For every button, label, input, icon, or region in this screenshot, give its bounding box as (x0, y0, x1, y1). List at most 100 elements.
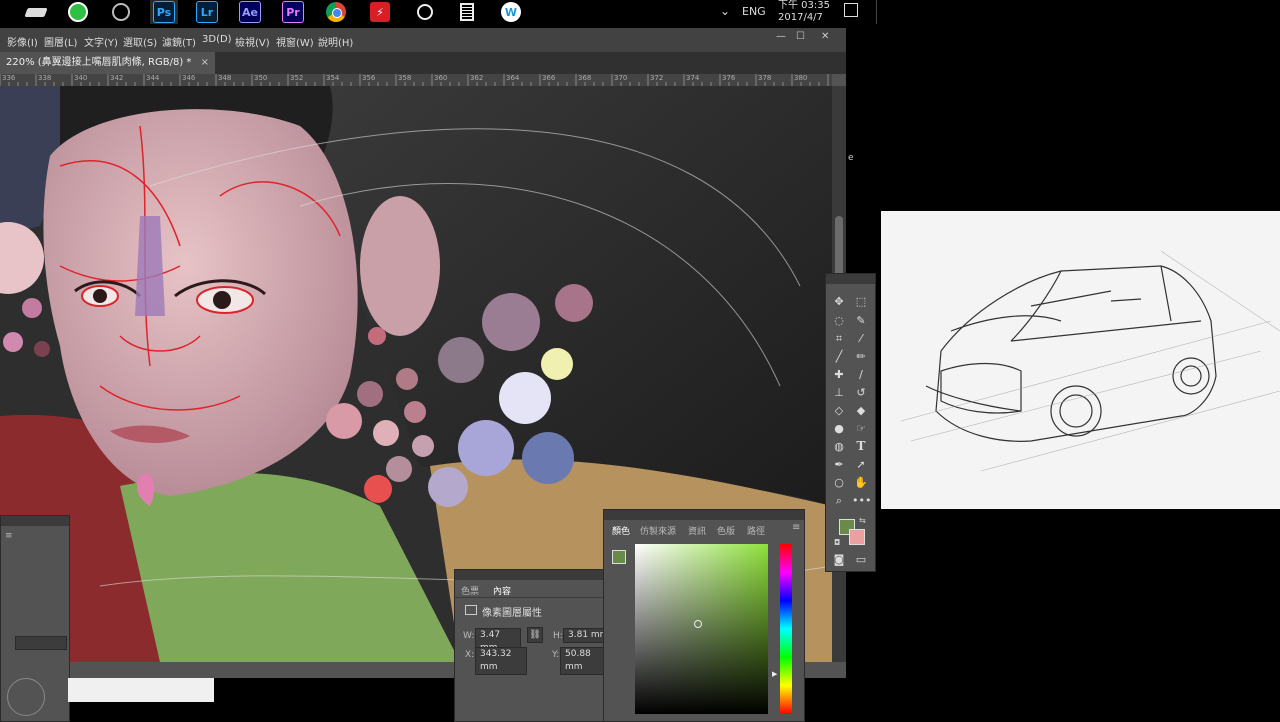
language-indicator[interactable]: ENG (742, 5, 766, 18)
panel-menu-icon[interactable]: ≡ (5, 531, 13, 541)
eyedropper-tool-icon[interactable]: ⁄ (852, 331, 870, 347)
background-color-swatch[interactable] (849, 529, 865, 545)
chrome-app-icon[interactable] (322, 0, 350, 24)
swap-colors-icon[interactable]: ⇆ (859, 516, 866, 525)
panel-header (604, 510, 804, 520)
marquee-tool-icon[interactable]: ⬚ (852, 294, 870, 310)
pen-tool-icon[interactable]: ✒ (830, 457, 848, 473)
target-icon[interactable] (7, 678, 45, 716)
tab-channels[interactable]: 色版 (717, 524, 735, 537)
color-field[interactable] (635, 544, 768, 714)
history-brush-icon[interactable]: ↺ (852, 385, 870, 401)
menu-layer[interactable]: 圖層(L) (44, 34, 77, 49)
smudge-tool-icon[interactable]: ☞ (852, 421, 870, 437)
ruler-label: 338 (38, 74, 52, 82)
premiere-app-icon[interactable]: Pr (279, 0, 307, 24)
paint-bucket-icon[interactable]: ◆ (852, 403, 870, 419)
quick-select-tool-icon[interactable]: ✎ (852, 313, 870, 329)
ruler-label: 376 (722, 74, 736, 82)
default-colors-icon[interactable]: ◘ (834, 538, 840, 547)
menu-filter[interactable]: 濾鏡(T) (162, 34, 196, 49)
section-label: 像素圖層屬性 (482, 608, 542, 619)
path-select-icon[interactable]: ➚ (852, 457, 870, 473)
stray-glyph: e (848, 153, 854, 163)
maximize-icon[interactable]: ☐ (796, 31, 805, 42)
crop-tool-icon[interactable]: ⌗ (830, 331, 848, 347)
ruler-label: 358 (398, 74, 412, 82)
panel-menu-icon[interactable]: ≡ (792, 522, 800, 533)
notification-icon[interactable] (844, 3, 858, 17)
panel-header (1, 516, 69, 526)
ruler-label: 362 (470, 74, 484, 82)
healing-tool-icon[interactable]: ✚ (830, 367, 848, 383)
panel-input[interactable] (15, 636, 67, 650)
hand-tool-icon[interactable]: ✋ (852, 475, 870, 491)
ruler-label: 352 (290, 74, 304, 82)
hue-slider[interactable] (780, 544, 792, 714)
eraser-tool-icon[interactable]: ◇ (830, 403, 848, 419)
after-effects-app-icon[interactable]: Ae (236, 0, 264, 24)
close-icon[interactable]: ✕ (821, 31, 829, 42)
chevron-up-icon[interactable]: ⌄ (720, 4, 730, 18)
mixer-brush-icon[interactable]: ∕ (852, 367, 870, 383)
lightroom-app-icon[interactable]: Lr (193, 0, 221, 24)
blur-tool-icon[interactable]: ● (830, 421, 848, 437)
foreground-swatch[interactable] (612, 550, 626, 564)
type-tool-icon[interactable]: T (852, 439, 870, 455)
clock-date[interactable]: 2017/4/7 (778, 12, 823, 23)
w-app-icon[interactable]: W (497, 0, 525, 24)
quick-mask-icon[interactable]: ◙ (830, 552, 848, 568)
ruler-label: 342 (110, 74, 124, 82)
image-icon (465, 605, 477, 615)
menu-bar: 影像(I) 圖層(L) 文字(Y) 選取(S) 濾鏡(T) 3D(D) 檢視(V… (0, 28, 846, 52)
x-label: X: (465, 650, 475, 660)
more-tools-icon[interactable]: ••• (852, 493, 871, 509)
menu-3d[interactable]: 3D(D) (202, 34, 232, 45)
tab-swatches[interactable]: 色票 (461, 584, 479, 597)
menu-view[interactable]: 檢視(V) (235, 34, 270, 49)
panel-header (826, 274, 875, 284)
document-tab[interactable]: 220% (鼻翼邊接上嘴唇肌肉條, RGB/8) * × (0, 52, 215, 74)
flash-app-icon[interactable]: ⚡ (366, 0, 394, 24)
menu-help[interactable]: 說明(H) (318, 34, 353, 49)
ruler-label: 370 (614, 74, 628, 82)
h-label: H: (553, 631, 563, 641)
close-tab-icon[interactable]: × (201, 57, 209, 68)
horizontal-ruler: 336 338 340 342 344 346 348 350 352 354 … (0, 74, 832, 86)
y-label: Y: (552, 650, 560, 660)
tab-paths[interactable]: 路徑 (747, 524, 765, 537)
screen-mode-icon[interactable]: ▭ (852, 552, 870, 568)
clock-time[interactable]: 下午 03:35 (778, 0, 830, 11)
move-tool-icon[interactable]: ✥ (830, 294, 848, 310)
alarm-app-icon[interactable] (411, 0, 439, 24)
menu-type[interactable]: 文字(Y) (84, 34, 118, 49)
ruler-label: 380 (794, 74, 808, 82)
dodge-tool-icon[interactable]: ◍ (830, 439, 848, 455)
color-panel: 顏色 仿製來源 資訊 色版 路徑 ≡ ▶ (603, 509, 805, 722)
stamp-tool-icon[interactable]: ⊥ (830, 385, 848, 401)
photoshop-app-icon[interactable]: Ps (150, 0, 178, 24)
eraser-app-icon[interactable] (22, 0, 50, 24)
lasso-tool-icon[interactable]: ◌ (830, 313, 848, 329)
hue-slider-handle[interactable]: ▶ (772, 670, 777, 678)
calculator-app-icon[interactable] (453, 0, 481, 24)
tab-color[interactable]: 顏色 (608, 520, 635, 541)
cloud-app-icon[interactable] (64, 0, 92, 24)
pencil-tool-icon[interactable]: ✏ (852, 349, 870, 365)
ruler-label: 372 (650, 74, 664, 82)
x-field[interactable]: 343.32 mm (475, 647, 527, 675)
menu-select[interactable]: 選取(S) (123, 34, 157, 49)
menu-image[interactable]: 影像(I) (7, 34, 38, 49)
menu-window[interactable]: 視窗(W) (276, 34, 314, 49)
link-icon[interactable]: ⛓ (527, 627, 543, 643)
color-picker-cursor[interactable] (694, 620, 702, 628)
brush-tool-icon[interactable]: ╱ (830, 349, 848, 365)
ruler-label: 350 (254, 74, 268, 82)
minimize-icon[interactable]: — (776, 31, 786, 42)
camera-app-icon[interactable] (107, 0, 135, 24)
ruler-label: 340 (74, 74, 88, 82)
tab-info[interactable]: 資訊 (688, 524, 706, 537)
tab-clone-source[interactable]: 仿製來源 (640, 524, 676, 537)
zoom-tool-icon[interactable]: ⌕ (830, 493, 848, 509)
ellipse-tool-icon[interactable]: ○ (830, 475, 848, 491)
